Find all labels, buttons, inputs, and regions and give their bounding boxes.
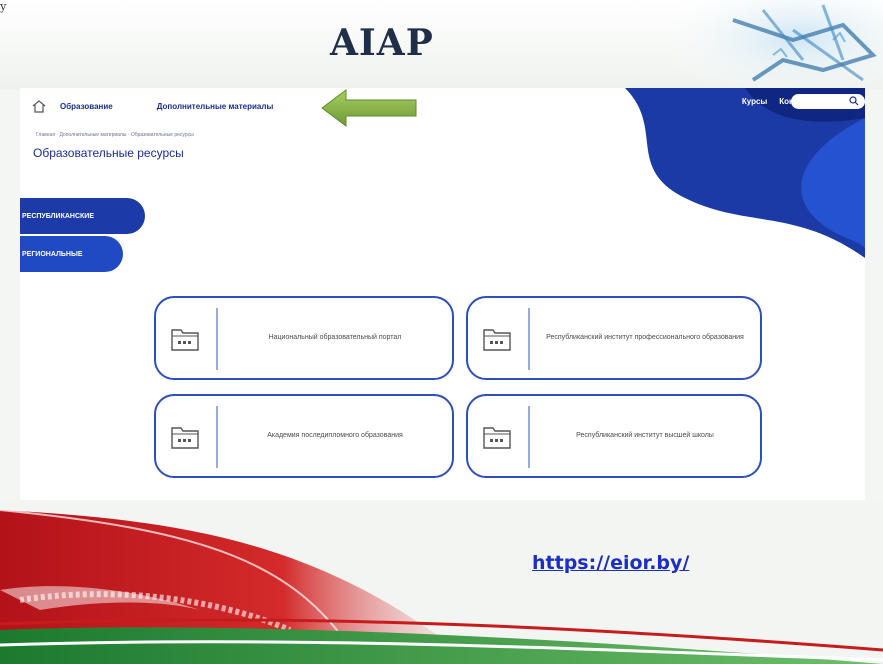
nav-education[interactable]: Образование (60, 102, 113, 111)
card-label: Республиканский институт профессионально… (546, 334, 744, 342)
top-nav: Образование Дополнительные материалы (32, 94, 273, 118)
green-arrow-icon (321, 89, 417, 127)
card-divider (216, 308, 218, 370)
folder-icon (483, 427, 511, 449)
resource-card-national-portal[interactable]: Национальный образовательный портал (154, 296, 454, 380)
eior-link[interactable]: https://eior.by/ (532, 552, 689, 574)
tab-regional[interactable]: РЕГИОНАЛЬНЫЕ (20, 236, 123, 272)
card-divider (528, 406, 530, 468)
search-input[interactable] (791, 94, 865, 109)
resource-card-apo[interactable]: Академия последипломного образования (154, 394, 454, 478)
card-label: Республиканский институт высшей школы (576, 432, 714, 440)
folder-icon (171, 329, 199, 351)
resource-card-rip[interactable]: Республиканский институт профессионально… (466, 296, 762, 380)
search-icon[interactable] (849, 96, 859, 106)
card-label: Академия последипломного образования (267, 432, 403, 440)
corner-text: у (0, 0, 7, 13)
card-divider (528, 308, 530, 370)
breadcrumb[interactable]: Главная · Дополнительные материалы · Обр… (36, 132, 194, 138)
slide-title: AIAP (330, 22, 434, 64)
folder-icon (483, 329, 511, 351)
frost-decoration (673, 0, 883, 95)
slide: у AIAP Образование Дополнительные матери… (0, 0, 883, 664)
tab-republican[interactable]: РЕСПУБЛИКАНСКИЕ (20, 198, 145, 234)
card-label: Национальный образовательный портал (268, 334, 402, 342)
nav-extra-materials[interactable]: Дополнительные материалы (157, 102, 274, 111)
home-icon[interactable] (32, 99, 46, 113)
website-screenshot: Образование Дополнительные материалы Кур… (20, 88, 865, 514)
ornament-decoration (0, 500, 883, 664)
page-title: Образовательные ресурсы (33, 146, 184, 160)
card-divider (216, 406, 218, 468)
resource-card-rivsh[interactable]: Республиканский институт высшей школы (466, 394, 762, 478)
folder-icon (171, 427, 199, 449)
nav-courses[interactable]: Курсы (742, 97, 767, 106)
top-wave-decoration (625, 88, 865, 258)
